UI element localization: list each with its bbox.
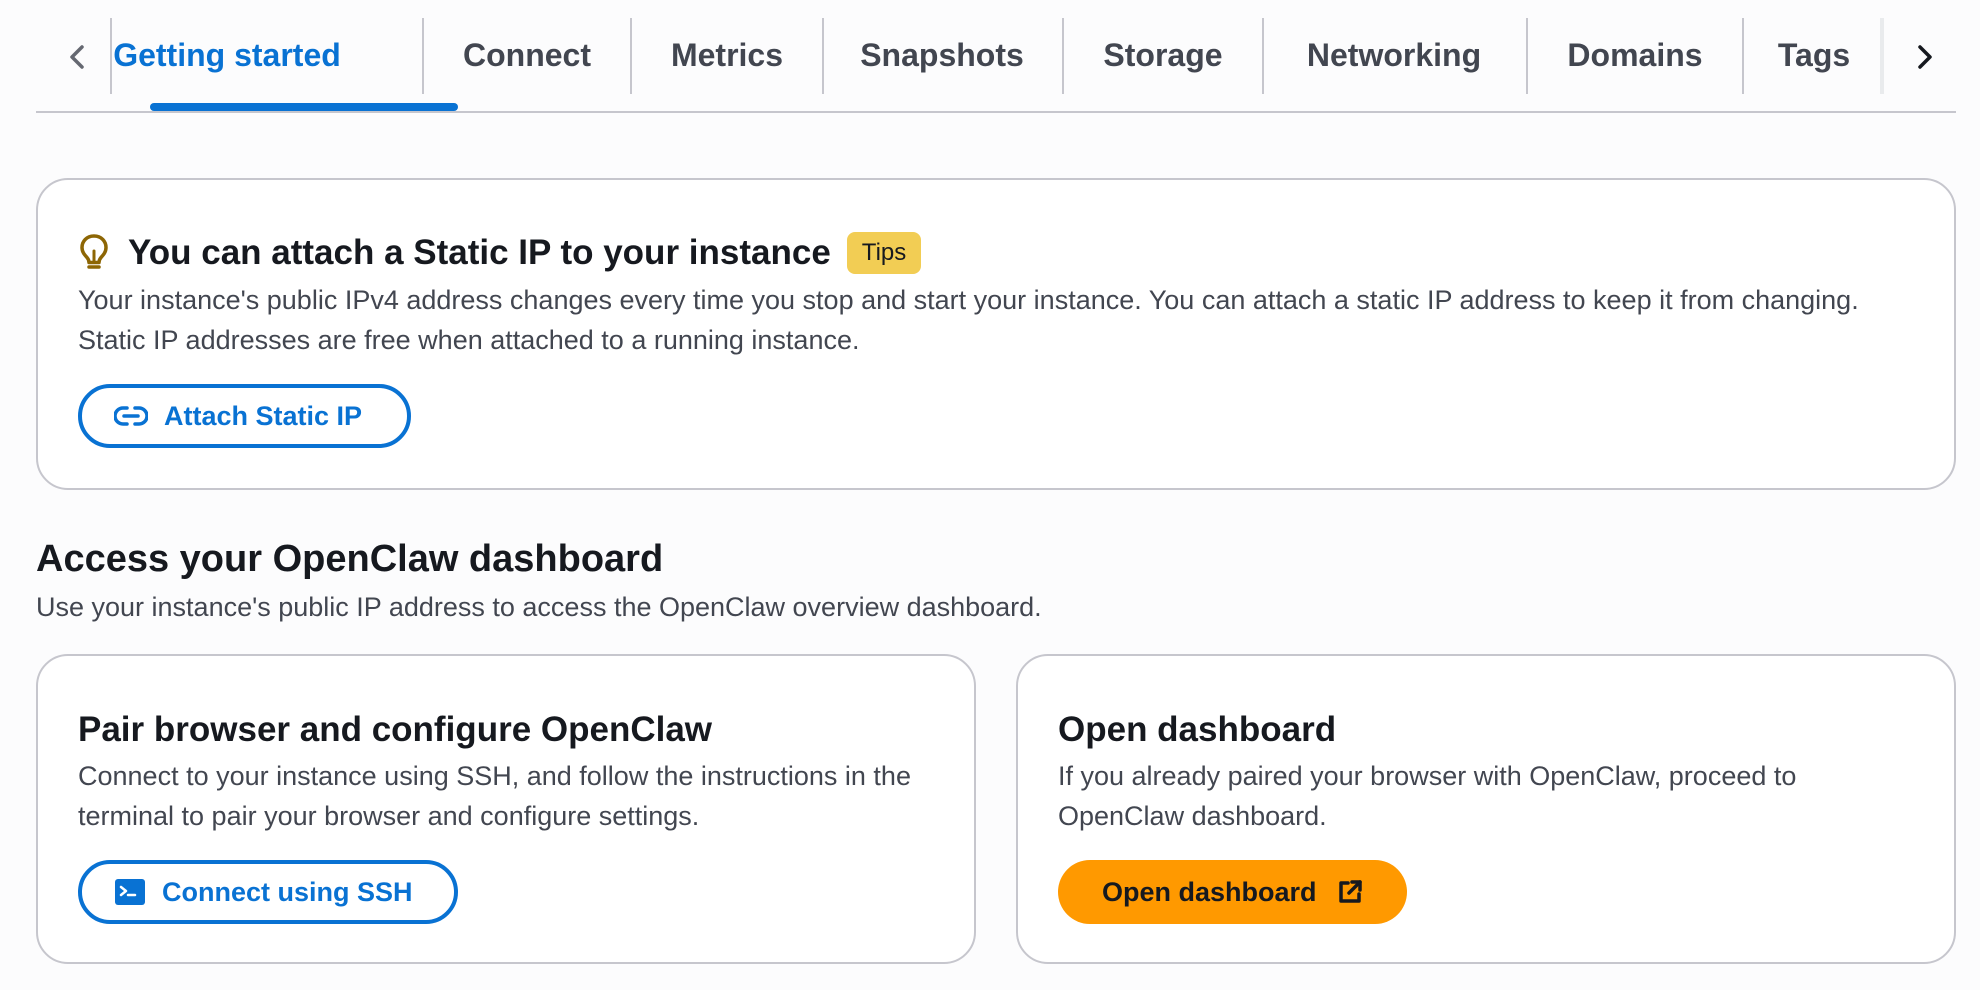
terminal-icon — [115, 879, 145, 905]
tab-label: Snapshots — [860, 37, 1024, 73]
section-description: Use your instance's public IP address to… — [36, 592, 1042, 622]
tab-label: Getting started — [113, 37, 341, 73]
tab-storage[interactable]: Storage — [1064, 0, 1262, 113]
tab-snapshots[interactable]: Snapshots — [824, 0, 1060, 113]
section-title: Access your OpenClaw dashboard — [36, 538, 664, 580]
tab-tags[interactable]: Tags — [1744, 0, 1884, 113]
tab-separator — [1880, 18, 1884, 94]
tab-domains[interactable]: Domains — [1528, 0, 1742, 113]
lightbulb-icon — [80, 234, 108, 269]
tab-label: Networking — [1306, 37, 1482, 73]
connect-using-ssh-button[interactable]: Connect using SSH — [78, 860, 458, 924]
tab-bar: Getting started Connect Metrics Snapshot… — [36, 0, 1956, 113]
tabs-scroll-right-button[interactable] — [1894, 22, 1954, 92]
link-icon — [114, 406, 148, 426]
alert-description: Your instance's public IPv4 address chan… — [78, 285, 1859, 355]
tips-badge: Tips — [846, 232, 922, 274]
tab-metrics[interactable]: Metrics — [632, 0, 822, 113]
pair-browser-card: Pair browser and configure OpenClaw Conn… — [36, 654, 976, 964]
open-dashboard-title: Open dashboard — [1058, 710, 1337, 749]
external-link-icon — [1338, 880, 1362, 903]
alert-title: You can attach a Static IP to your insta… — [128, 233, 831, 272]
open-dashboard-card: Open dashboard If you already paired you… — [1016, 654, 1956, 964]
chevron-right-icon — [1918, 45, 1932, 69]
alert-heading: You can attach a Static IP to your insta… — [78, 232, 922, 274]
open-dashboard-button[interactable]: Open dashboard — [1058, 860, 1407, 924]
connect-using-ssh-label: Connect using SSH — [162, 876, 413, 907]
attach-static-ip-button[interactable]: Attach Static IP — [78, 384, 411, 448]
tab-label: Metrics — [670, 37, 784, 73]
open-dashboard-label: Open dashboard — [1102, 876, 1317, 907]
tab-label: Domains — [1567, 37, 1703, 73]
open-dashboard-description: If you already paired your browser with … — [1058, 761, 1797, 831]
pair-browser-title: Pair browser and configure OpenClaw — [78, 710, 713, 749]
tab-getting-started[interactable]: Getting started — [72, 0, 458, 113]
tab-label: Storage — [1103, 37, 1223, 73]
tab-label: Tags — [1777, 37, 1851, 73]
tab-label: Connect — [463, 37, 591, 73]
static-ip-tip-card: You can attach a Static IP to your insta… — [36, 178, 1956, 490]
pair-browser-description: Connect to your instance using SSH, and … — [78, 761, 911, 831]
tab-connect[interactable]: Connect — [424, 0, 630, 113]
tab-networking[interactable]: Networking — [1264, 0, 1524, 113]
attach-static-ip-label: Attach Static IP — [164, 400, 363, 431]
